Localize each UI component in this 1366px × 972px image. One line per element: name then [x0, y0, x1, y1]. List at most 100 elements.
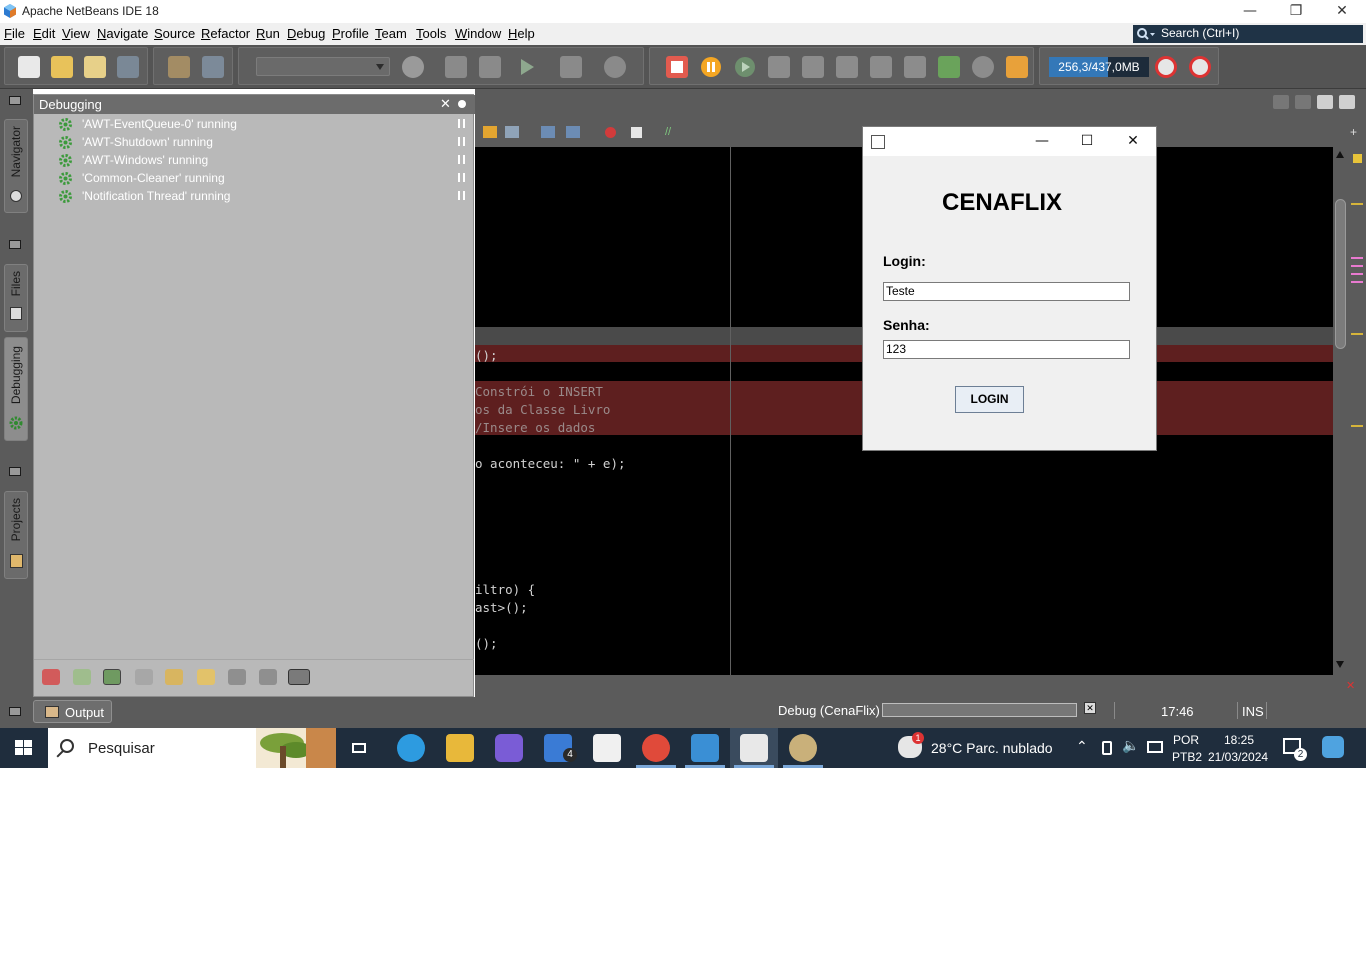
show-opened-documents-icon[interactable] [1317, 95, 1333, 109]
scroll-down-icon[interactable] [1336, 661, 1344, 668]
new-project-icon[interactable] [51, 56, 73, 78]
back-icon[interactable] [541, 126, 555, 138]
close-panel-icon[interactable]: ✕ [440, 96, 451, 112]
step-into-icon[interactable] [836, 56, 858, 78]
stop-macro-icon[interactable] [631, 127, 642, 138]
caret-position[interactable]: 17:46 [1161, 704, 1194, 719]
build-hammer-icon[interactable] [445, 56, 467, 78]
new-file-icon[interactable] [18, 56, 40, 78]
menu-help[interactable]: Help [508, 26, 535, 41]
java-app-taskbar-button[interactable] [730, 728, 778, 768]
undo-icon[interactable] [168, 56, 190, 78]
menu-edit[interactable]: Edit [33, 26, 55, 41]
tab-navigator[interactable]: Navigator [4, 119, 28, 213]
password-field[interactable]: 123 [883, 340, 1130, 359]
tab-debugging[interactable]: Debugging [4, 337, 28, 441]
editor-vertical-scrollbar[interactable] [1333, 147, 1348, 675]
language-indicator[interactable]: POR [1173, 733, 1199, 747]
suspend-thread-icon[interactable] [458, 137, 465, 146]
restore-group-icon[interactable] [9, 467, 21, 476]
tab-files[interactable]: Files [4, 264, 28, 332]
microsoft-store-icon[interactable] [593, 734, 621, 762]
menu-source[interactable]: Source [154, 26, 195, 41]
copilot-icon[interactable] [495, 734, 523, 762]
menu-tools[interactable]: Tools [416, 26, 446, 41]
minimize-window-button[interactable]: — [1227, 0, 1273, 23]
suspend-thread-icon[interactable] [458, 173, 465, 182]
sort-desc-icon[interactable] [259, 669, 277, 685]
forward-icon[interactable] [566, 126, 580, 138]
thread-row[interactable]: 'AWT-Windows' running [34, 151, 474, 169]
thread-row[interactable]: 'AWT-Shutdown' running [34, 133, 474, 151]
paint-icon[interactable] [789, 734, 817, 762]
group-threads-icon[interactable] [197, 669, 215, 685]
show-hidden-icons-chevron-icon[interactable]: ⌃ [1076, 738, 1088, 755]
thread-row[interactable]: 'Common-Cleaner' running [34, 169, 474, 187]
menu-team[interactable]: Team [375, 26, 407, 41]
restore-group-icon[interactable] [9, 240, 21, 249]
editor-horizontal-scrollbar[interactable]: ✕ [475, 675, 1366, 697]
task-view-icon[interactable] [346, 734, 374, 762]
lock-icon[interactable] [165, 669, 183, 685]
memory-usage-bar[interactable]: 256,3/437,0MB [1049, 57, 1149, 77]
restore-window-button[interactable]: ❐ [1273, 0, 1319, 23]
scroll-right-tabs-icon[interactable] [1295, 95, 1311, 109]
volume-icon[interactable]: 🔈 [1122, 738, 1139, 754]
suspend-all-icon[interactable] [73, 669, 91, 685]
close-window-button[interactable]: ✕ [1319, 0, 1365, 23]
scroll-left-tabs-icon[interactable] [1273, 95, 1289, 109]
menu-run[interactable]: Run [256, 26, 280, 41]
save-all-icon[interactable] [117, 56, 139, 78]
run-to-cursor-icon[interactable] [904, 56, 926, 78]
cancel-task-icon[interactable]: ✕ [1084, 702, 1096, 714]
profile-ide-icon[interactable] [1189, 56, 1211, 78]
comment-icon[interactable]: // [665, 126, 677, 138]
suspend-thread-icon[interactable] [458, 119, 465, 128]
pause-session-icon[interactable] [972, 56, 994, 78]
show-suspended-threads-icon[interactable] [103, 669, 121, 685]
edge-browser-icon[interactable] [397, 734, 425, 762]
dialog-minimize-button[interactable]: — [1031, 131, 1053, 153]
dialog-close-button[interactable]: ✕ [1122, 131, 1144, 153]
globe-icon[interactable] [402, 56, 424, 78]
keyboard-layout-indicator[interactable]: PTB2 [1172, 750, 1202, 764]
clock-time[interactable]: 18:25 [1224, 733, 1254, 747]
suspend-thread-icon[interactable] [458, 155, 465, 164]
garbage-collect-icon[interactable] [1155, 56, 1177, 78]
pause-icon[interactable] [700, 56, 722, 78]
menu-refactor[interactable]: Refactor [201, 26, 250, 41]
redo-icon[interactable] [202, 56, 224, 78]
show-system-threads-icon[interactable] [135, 669, 153, 685]
configuration-select[interactable] [256, 57, 390, 76]
step-over-expression-icon[interactable] [802, 56, 824, 78]
clock-date[interactable]: 21/03/2024 [1208, 750, 1268, 764]
chrome-icon[interactable] [642, 734, 670, 762]
quick-search-input[interactable]: Search (Ctrl+I) [1133, 25, 1363, 43]
scrollbar-thumb[interactable] [1335, 199, 1346, 349]
step-out-icon[interactable] [870, 56, 892, 78]
resume-all-icon[interactable] [42, 669, 60, 685]
menu-view[interactable]: View [62, 26, 90, 41]
menu-profile[interactable]: Profile [332, 26, 369, 41]
menu-window[interactable]: Window [455, 26, 501, 41]
maximize-editor-icon[interactable] [1339, 95, 1355, 109]
profile-icon[interactable] [604, 56, 626, 78]
take-snapshot-icon[interactable] [1006, 56, 1028, 78]
menu-file[interactable]: File [4, 26, 25, 41]
debug-project-icon[interactable] [560, 56, 582, 78]
restore-group-icon[interactable] [9, 96, 21, 105]
scroll-up-icon[interactable] [1336, 151, 1344, 158]
insert-mode[interactable]: INS [1242, 704, 1264, 719]
output-tab[interactable]: Output [33, 700, 112, 723]
file-explorer-icon[interactable] [446, 734, 474, 762]
windows-start-icon[interactable] [0, 728, 48, 768]
weather-text[interactable]: 28°C Parc. nublado [931, 740, 1053, 756]
close-stripe-icon[interactable]: ✕ [1346, 679, 1355, 692]
login-button[interactable]: LOGIN [955, 386, 1024, 413]
editor-tool-icon[interactable] [483, 126, 497, 138]
dialog-maximize-button[interactable]: ☐ [1076, 131, 1098, 153]
suspend-thread-icon[interactable] [458, 191, 465, 200]
clean-build-icon[interactable] [479, 56, 501, 78]
login-field[interactable]: Teste [883, 282, 1130, 301]
split-editor-icon[interactable]: + [1350, 126, 1362, 138]
